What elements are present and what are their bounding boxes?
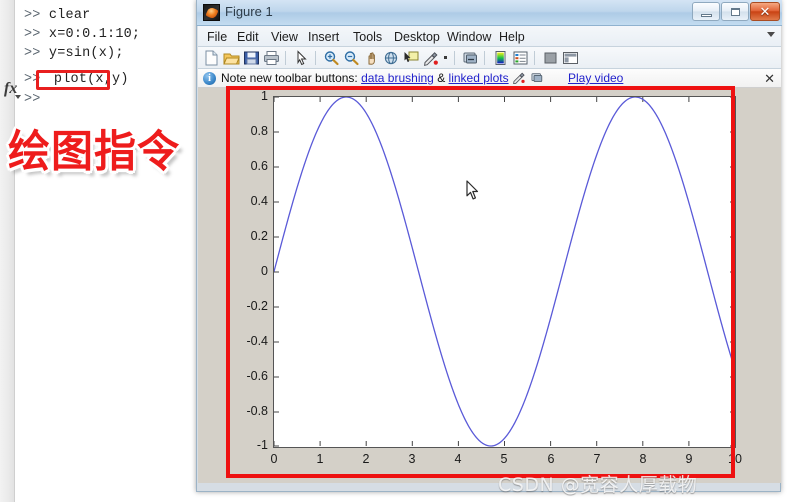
command-text-2: x=0:0.1:10; bbox=[48, 27, 141, 42]
toolbar-separator-5 bbox=[534, 51, 535, 65]
toolbar-separator-3 bbox=[454, 51, 455, 65]
info-icon: i bbox=[203, 72, 216, 85]
menu-tools[interactable]: Tools bbox=[350, 29, 385, 45]
command-window-gutter-inner bbox=[15, 0, 23, 502]
x-tick-label-4: 4 bbox=[454, 452, 462, 466]
notification-close-icon[interactable]: ✕ bbox=[764, 71, 775, 87]
link-plot-icon[interactable] bbox=[462, 50, 479, 66]
y-tick-label-8: -0.6 bbox=[246, 369, 268, 383]
figure-toolbar[interactable] bbox=[198, 47, 781, 69]
csdn-watermark: CSDN @宽容人厚载物 bbox=[498, 474, 698, 496]
x-tick-label-6: 6 bbox=[547, 452, 555, 466]
command-text-3: y=sin(x); bbox=[48, 46, 124, 61]
matlab-app-icon bbox=[203, 4, 220, 21]
x-tick-label-5: 5 bbox=[500, 452, 508, 466]
linked-plots-inline-icon bbox=[530, 72, 545, 84]
y-tick-label-5: 0 bbox=[261, 264, 268, 278]
prompt-symbol-2: >> bbox=[24, 27, 41, 42]
command-line-3: >> y=sin(x); bbox=[24, 46, 124, 61]
open-file-icon[interactable] bbox=[223, 50, 240, 66]
brush-inline-icon bbox=[512, 72, 527, 85]
brush-icon[interactable] bbox=[423, 50, 440, 66]
plot-axes-box[interactable] bbox=[273, 96, 736, 448]
data-cursor-icon[interactable] bbox=[403, 50, 420, 66]
prompt-symbol-1: >> bbox=[24, 8, 41, 23]
y-tick-label-10: -1 bbox=[256, 438, 268, 452]
zoom-out-icon[interactable] bbox=[343, 50, 360, 66]
minimize-icon bbox=[693, 3, 719, 20]
notification-lead: Note new toolbar buttons: bbox=[221, 71, 358, 85]
prompt-symbol-3: >> bbox=[24, 46, 41, 61]
command-window-gutter bbox=[0, 0, 15, 502]
x-tick-label-10: 10 bbox=[728, 452, 742, 466]
menu-desktop[interactable]: Desktop bbox=[391, 29, 443, 45]
command-line-5[interactable]: >> bbox=[24, 92, 41, 107]
save-figure-icon[interactable] bbox=[243, 50, 260, 66]
figure-window[interactable]: Figure 1 ✕ File Edit View Insert Tools D… bbox=[196, 0, 782, 492]
new-figure-icon[interactable] bbox=[203, 50, 220, 66]
fx-dropdown-arrow-icon[interactable] bbox=[15, 95, 21, 99]
y-axis-ticks bbox=[274, 97, 735, 447]
toolbar-separator-1 bbox=[285, 51, 286, 65]
maximize-icon bbox=[722, 3, 748, 20]
toolbar-separator-4 bbox=[484, 51, 485, 65]
data-brushing-link[interactable]: data brushing bbox=[361, 71, 434, 85]
pan-icon[interactable] bbox=[363, 50, 380, 66]
x-tick-label-2: 2 bbox=[362, 452, 370, 466]
colorbar-icon[interactable] bbox=[492, 50, 509, 66]
x-axis-ticks bbox=[274, 97, 735, 446]
maximize-button[interactable] bbox=[721, 2, 749, 21]
legend-icon[interactable] bbox=[512, 50, 529, 66]
menu-overflow-chevron-icon[interactable] bbox=[767, 32, 775, 37]
menu-insert[interactable]: Insert bbox=[305, 29, 342, 45]
menu-help[interactable]: Help bbox=[496, 29, 528, 45]
x-tick-label-0: 0 bbox=[270, 452, 278, 466]
close-icon: ✕ bbox=[759, 4, 771, 19]
pointer-icon[interactable] bbox=[293, 50, 310, 66]
prompt-symbol-5: >> bbox=[24, 92, 41, 107]
figure-canvas[interactable]: 1 0.8 0.6 0.4 0.2 0 -0.2 -0.4 -0.6 -0.8 … bbox=[198, 88, 781, 483]
command-line-2: >> x=0:0.1:10; bbox=[24, 27, 140, 42]
y-tick-label-6: -0.2 bbox=[246, 299, 268, 313]
hide-plot-tools-icon[interactable] bbox=[542, 50, 559, 66]
x-tick-label-1: 1 bbox=[316, 452, 324, 466]
menu-file[interactable]: File bbox=[204, 29, 230, 45]
rotate-3d-icon[interactable] bbox=[383, 50, 400, 66]
menu-view[interactable]: View bbox=[268, 29, 301, 45]
linked-plots-link[interactable]: linked plots bbox=[449, 71, 509, 85]
y-tick-label-1: 0.8 bbox=[250, 124, 268, 138]
x-tick-label-7: 7 bbox=[593, 452, 601, 466]
print-figure-icon[interactable] bbox=[263, 50, 280, 66]
y-tick-label-4: 0.2 bbox=[250, 229, 268, 243]
plot-command-highlight-box bbox=[36, 70, 110, 90]
sine-curve-path bbox=[274, 97, 735, 447]
figure-window-title: Figure 1 bbox=[225, 4, 273, 19]
x-tick-label-8: 8 bbox=[639, 452, 647, 466]
minimize-button[interactable] bbox=[692, 2, 720, 21]
figure-menu-bar[interactable]: File Edit View Insert Tools Desktop Wind… bbox=[198, 26, 781, 47]
chinese-annotation-label: 绘图指令 bbox=[8, 126, 181, 178]
toolbar-notification-bar[interactable]: i Note new toolbar buttons: data brushin… bbox=[198, 69, 781, 88]
toolbar-separator-2 bbox=[315, 51, 316, 65]
play-video-link[interactable]: Play video bbox=[568, 71, 623, 85]
x-tick-label-3: 3 bbox=[408, 452, 416, 466]
y-tick-label-7: -0.4 bbox=[246, 334, 268, 348]
notification-amp: & bbox=[437, 71, 446, 85]
x-tick-label-9: 9 bbox=[685, 452, 693, 466]
y-tick-label-2: 0.6 bbox=[250, 159, 268, 173]
brush-dropdown-dot-icon[interactable] bbox=[444, 56, 447, 59]
figure-title-bar[interactable]: Figure 1 ✕ bbox=[197, 0, 782, 26]
zoom-in-icon[interactable] bbox=[323, 50, 340, 66]
y-tick-label-0: 1 bbox=[261, 89, 268, 103]
show-plot-tools-icon[interactable] bbox=[562, 50, 579, 66]
menu-edit[interactable]: Edit bbox=[234, 29, 262, 45]
command-text-1: clear bbox=[48, 8, 91, 23]
sine-curve-plot bbox=[274, 97, 735, 447]
notification-text: Note new toolbar buttons: data brushing … bbox=[221, 71, 623, 85]
menu-window[interactable]: Window bbox=[444, 29, 494, 45]
y-tick-label-9: -0.8 bbox=[246, 404, 268, 418]
command-line-1: >> clear bbox=[24, 8, 90, 23]
y-tick-label-3: 0.4 bbox=[250, 194, 268, 208]
close-button[interactable]: ✕ bbox=[750, 2, 780, 21]
